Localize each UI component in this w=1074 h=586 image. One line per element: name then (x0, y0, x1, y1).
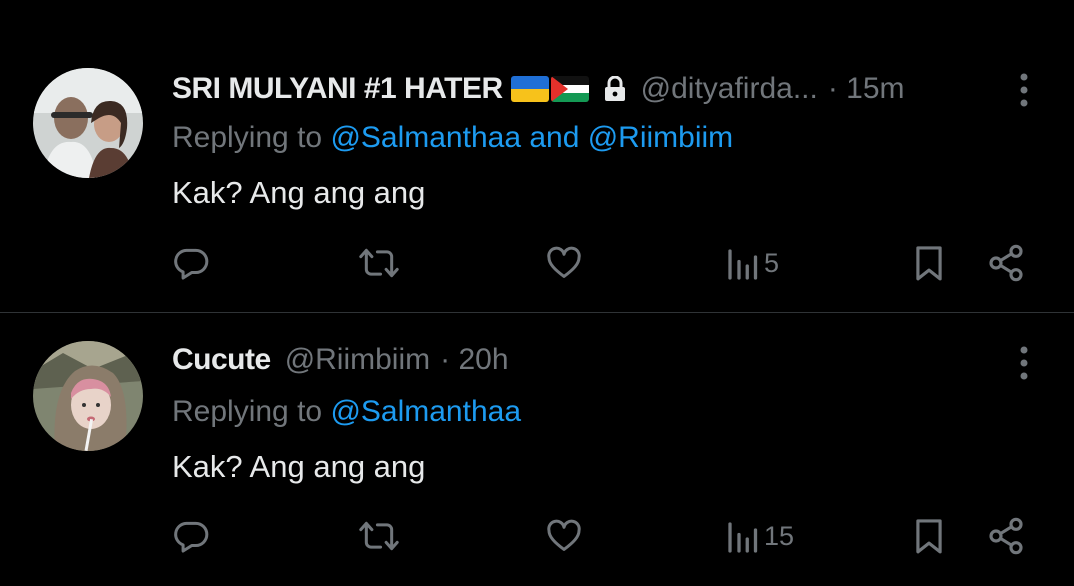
replying-prefix: Replying to (172, 395, 323, 428)
ukraine-flag-icon (510, 76, 549, 102)
more-options-icon[interactable] (1014, 70, 1034, 110)
tweet-text: Kak? Ang ang ang (172, 449, 426, 484)
display-name[interactable]: Cucute (172, 343, 271, 377)
bookmark-icon (916, 246, 942, 281)
heart-icon (547, 246, 581, 278)
retweet-icon (359, 521, 399, 551)
timestamp[interactable]: · 15m (828, 72, 905, 106)
reply-button[interactable] (172, 513, 210, 559)
tweet-text: Kak? Ang ang ang (172, 175, 426, 210)
user-handle[interactable]: @dityafirda... (641, 72, 818, 106)
retweet-button[interactable] (357, 513, 401, 559)
share-button[interactable] (986, 513, 1026, 559)
views-count: 5 (764, 247, 780, 278)
views-chart-icon (728, 249, 758, 280)
replying-mentions[interactable]: @Salmanthaa (330, 395, 521, 428)
avatar[interactable] (33, 341, 143, 451)
tweet-header: Cucute @Riimbiim · 20h (172, 340, 509, 380)
replying-prefix: Replying to (172, 121, 323, 154)
reply-button[interactable] (172, 240, 210, 286)
views-button[interactable]: 15 (724, 513, 794, 559)
replying-mentions[interactable]: @Salmanthaa and @Riimbiim (330, 121, 733, 154)
share-button[interactable] (986, 240, 1026, 286)
views-chart-icon (728, 522, 758, 553)
heart-icon (547, 519, 581, 551)
reply-icon (174, 521, 209, 553)
tweet-item[interactable]: Cucute @Riimbiim · 20h Replying to @Salm… (0, 313, 1074, 586)
tweet-feed: SRI MULYANI #1 HATER @dityafirda... · 15… (0, 0, 1074, 586)
share-icon (989, 517, 1023, 555)
palestine-flag-icon (550, 76, 589, 102)
retweet-icon (359, 248, 399, 278)
tweet-item[interactable]: SRI MULYANI #1 HATER @dityafirda... · 15… (0, 0, 1074, 312)
bookmark-button[interactable] (910, 513, 948, 559)
avatar[interactable] (33, 68, 143, 178)
lock-icon (603, 76, 627, 102)
tweet-actions: 15 (0, 513, 1074, 559)
share-icon (989, 244, 1023, 282)
views-button[interactable]: 5 (724, 240, 779, 286)
like-button[interactable] (544, 513, 584, 559)
bookmark-icon (916, 519, 942, 554)
display-name[interactable]: SRI MULYANI #1 HATER (172, 72, 503, 106)
retweet-button[interactable] (357, 240, 401, 286)
tweet-header: SRI MULYANI #1 HATER @dityafirda... · 15… (172, 69, 905, 109)
views-count: 15 (764, 520, 795, 551)
like-button[interactable] (544, 240, 584, 286)
tweet-actions: 5 (0, 240, 1074, 286)
replying-to-line: Replying to @Salmanthaa (172, 395, 521, 429)
user-handle[interactable]: @Riimbiim (285, 343, 430, 377)
bookmark-button[interactable] (910, 240, 948, 286)
replying-to-line: Replying to @Salmanthaa and @Riimbiim (172, 121, 733, 155)
more-options-icon[interactable] (1014, 343, 1034, 383)
reply-icon (174, 248, 209, 280)
timestamp[interactable]: · 20h (440, 343, 508, 377)
